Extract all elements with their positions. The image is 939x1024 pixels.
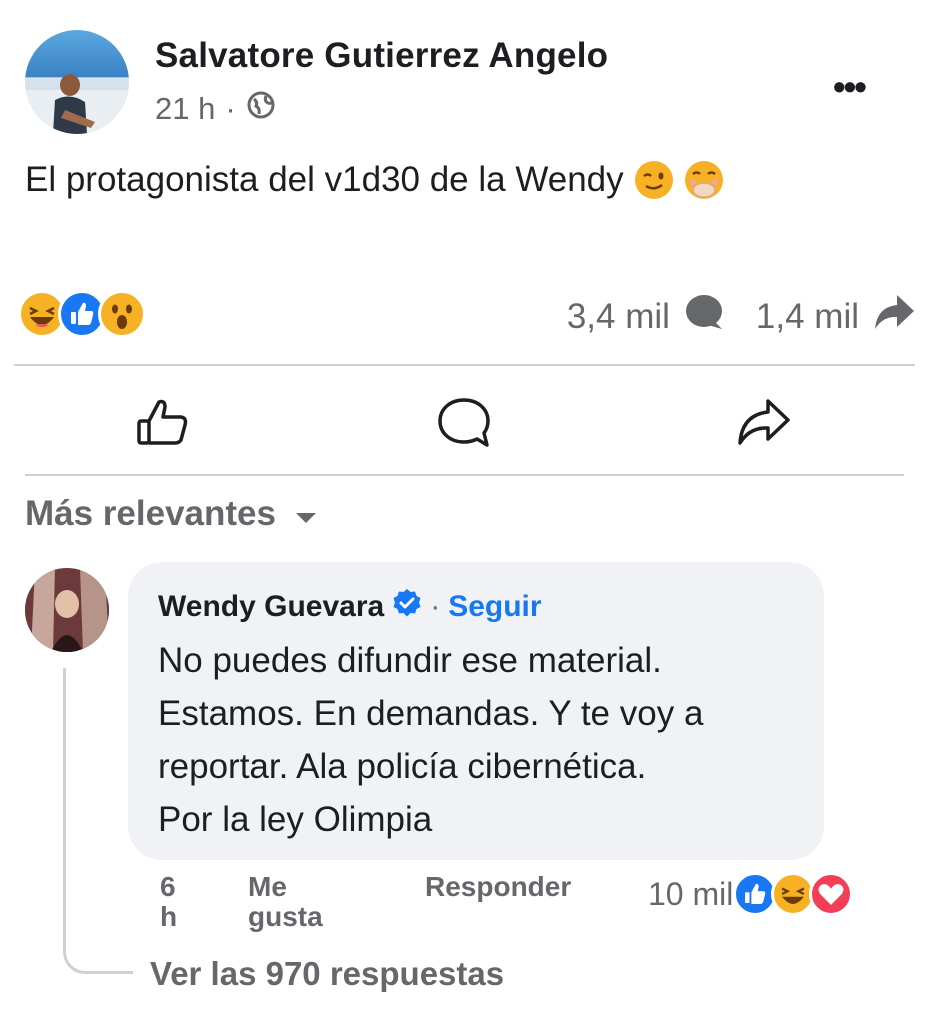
share-button[interactable] bbox=[736, 395, 792, 451]
meta-separator: · bbox=[225, 91, 236, 126]
wink-face-icon bbox=[634, 160, 674, 200]
share-arrow-icon bbox=[873, 293, 915, 340]
comment-time-value: 6 bbox=[160, 871, 176, 902]
comment-header: Wendy Guevara · Seguir bbox=[158, 588, 542, 626]
sort-label: Más relevantes bbox=[25, 494, 276, 533]
follow-separator: · bbox=[430, 590, 441, 623]
comment-like-label-1: Me bbox=[248, 871, 287, 902]
comment-line: reportar. Ala policía cibernética. bbox=[158, 747, 647, 786]
love-icon bbox=[809, 872, 854, 916]
comments-count[interactable]: 3,4 mil bbox=[567, 297, 670, 337]
post-body: El protagonista del v1d30 de la Wendy bbox=[25, 160, 624, 199]
wow-face-icon bbox=[98, 290, 146, 338]
comment-line: No puedes difundir ese material. bbox=[158, 641, 662, 680]
post-text: El protagonista del v1d30 de la Wendy bbox=[25, 160, 724, 200]
comment-like-label-2: gusta bbox=[248, 901, 323, 932]
comment-button[interactable] bbox=[436, 395, 492, 451]
globe-icon bbox=[246, 90, 276, 128]
comment-outline-icon bbox=[438, 398, 490, 447]
view-replies-link[interactable]: Ver las 970 respuestas bbox=[150, 955, 504, 993]
reply-thread-line bbox=[63, 668, 133, 974]
commenter-name[interactable]: Wendy Guevara bbox=[158, 590, 384, 624]
post-meta: 21 h · bbox=[155, 90, 276, 128]
author-avatar[interactable] bbox=[25, 30, 129, 134]
comment-reactions-summary[interactable]: 10 mil bbox=[648, 872, 854, 916]
face-with-hand-over-mouth-icon bbox=[684, 160, 724, 200]
comment-line: Estamos. En demandas. Y te voy a bbox=[158, 694, 704, 733]
post-time[interactable]: 21 h bbox=[155, 91, 215, 127]
post-counts: 3,4 mil 1,4 mil bbox=[567, 293, 915, 340]
more-options-icon[interactable]: ••• bbox=[833, 66, 867, 108]
comments-sort-dropdown[interactable]: Más relevantes bbox=[25, 494, 318, 534]
comment-reactions-count: 10 mil bbox=[648, 875, 734, 912]
comment-time-unit: h bbox=[160, 901, 178, 932]
shares-count[interactable]: 1,4 mil bbox=[756, 297, 859, 337]
comment-line: Por la ley Olimpia bbox=[158, 800, 433, 839]
divider-bottom bbox=[25, 474, 904, 476]
post-author-name[interactable]: Salvatore Gutierrez Angelo bbox=[155, 36, 608, 76]
comment-time[interactable]: 6 h bbox=[160, 872, 177, 932]
comment-like-button[interactable]: Me gusta bbox=[248, 872, 323, 932]
divider-top bbox=[14, 364, 915, 366]
comment-reply-button[interactable]: Responder bbox=[425, 872, 571, 902]
comment-bubble-icon bbox=[684, 293, 724, 340]
follow-button[interactable]: Seguir bbox=[448, 590, 541, 624]
share-outline-icon bbox=[738, 399, 790, 445]
post-reactions-summary[interactable] bbox=[18, 290, 146, 338]
comment-text: No puedes difundir ese material. Estamos… bbox=[158, 634, 818, 846]
verified-badge-icon bbox=[392, 588, 422, 626]
like-button[interactable] bbox=[135, 395, 191, 451]
caret-down-icon bbox=[294, 494, 318, 534]
commenter-avatar[interactable] bbox=[25, 568, 109, 652]
like-outline-icon bbox=[137, 399, 188, 445]
